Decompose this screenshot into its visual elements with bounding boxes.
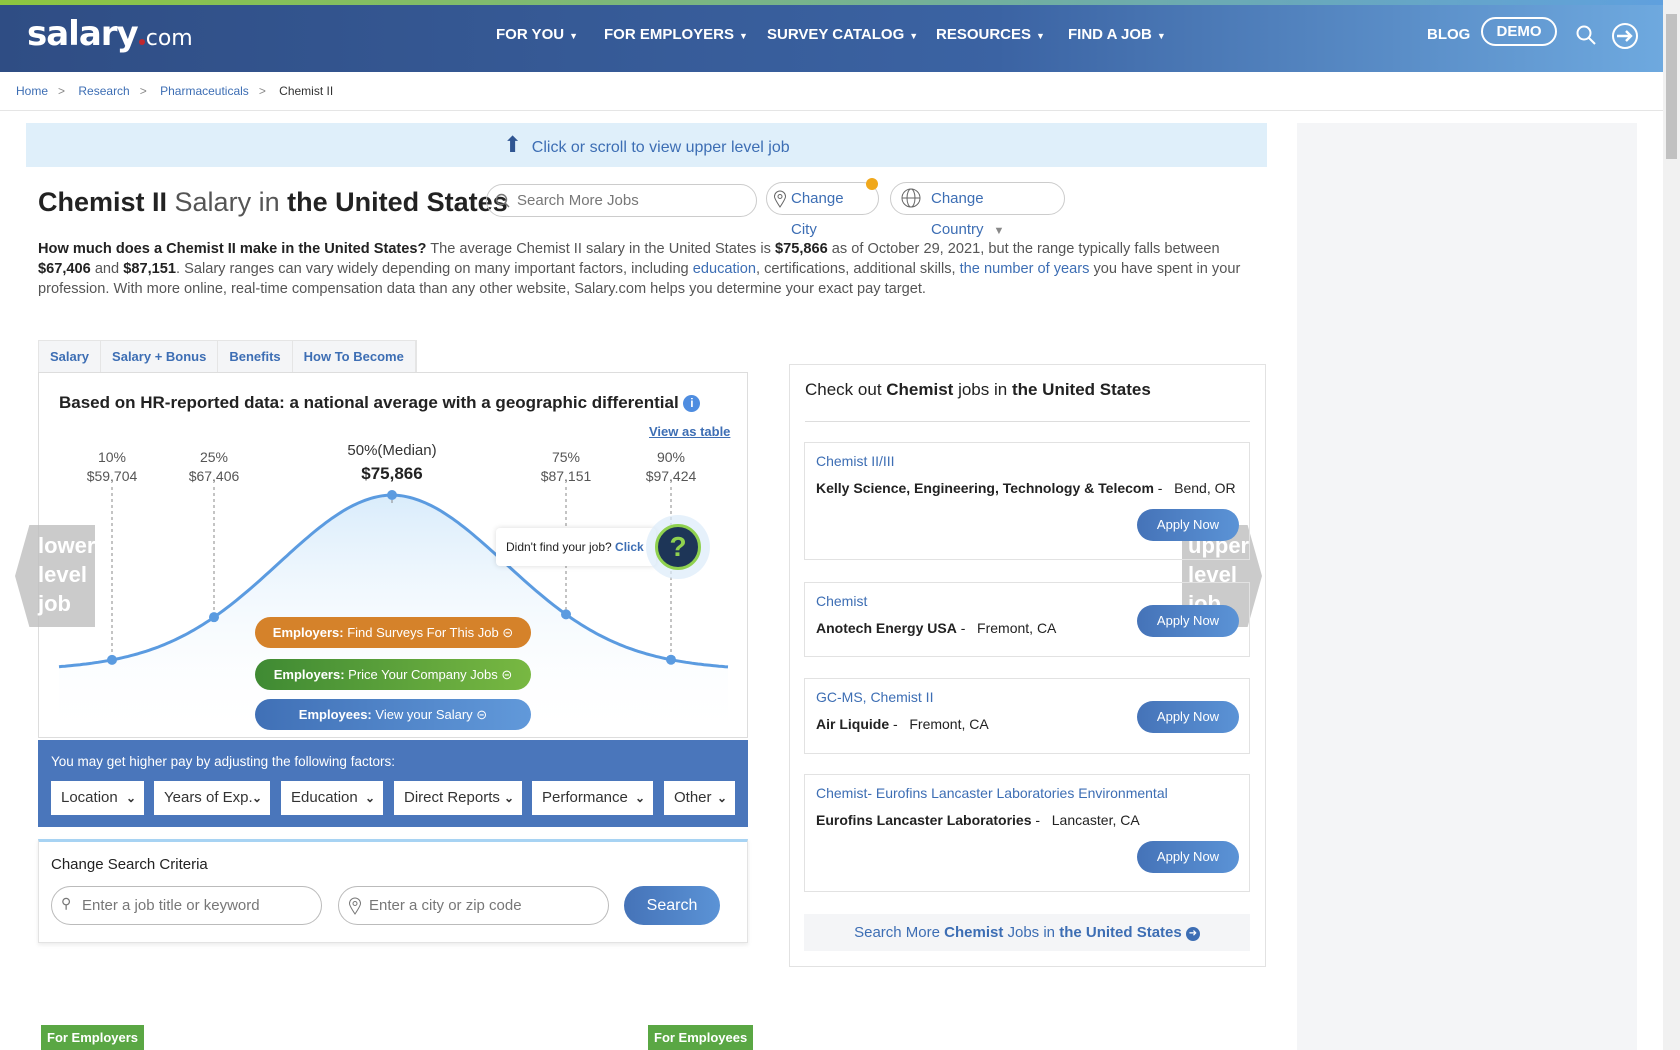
lower-level-job-button[interactable]: lower level job <box>15 525 95 627</box>
location-select[interactable]: Location ⌄ <box>51 781 144 815</box>
apply-now-button[interactable]: Apply Now <box>1137 509 1239 541</box>
search-more-jobs-link[interactable]: Search More Chemist Jobs in the United S… <box>804 914 1250 951</box>
percentile-label: 25% $67,406 <box>188 449 240 484</box>
pay-factors-label: You may get higher pay by adjusting the … <box>51 754 395 769</box>
performance-select[interactable]: Performance ⌄ <box>532 781 653 815</box>
years-of-exp-select[interactable]: Years of Exp. ⌄ <box>154 781 270 815</box>
apply-now-button[interactable]: Apply Now <box>1137 701 1239 733</box>
job-title-link[interactable]: Chemist II/III <box>816 453 895 469</box>
job-company: Anotech Energy USA - Fremont, CA <box>816 620 1057 636</box>
question-mark-icon[interactable]: ? <box>655 524 701 570</box>
percentile-point <box>666 654 676 665</box>
job-company: Eurofins Lancaster Laboratories - Lancas… <box>816 812 1140 828</box>
price-company-jobs-button[interactable]: Employers: Price Your Company Jobs ⊝ <box>255 659 531 690</box>
education-select[interactable]: Education ⌄ <box>281 781 383 815</box>
direct-reports-select[interactable]: Direct Reports ⌄ <box>394 781 522 815</box>
other-select[interactable]: Other ⌄ <box>664 781 735 815</box>
job-company: Kelly Science, Engineering, Technology &… <box>816 480 1236 496</box>
years-link[interactable]: the number of years <box>960 261 1090 277</box>
job-title-link[interactable]: GC-MS, Chemist II <box>816 689 933 705</box>
demo-button[interactable]: DEMO <box>1481 17 1557 46</box>
jobs-panel-heading: Check out Chemist jobs in the United Sta… <box>805 380 1151 399</box>
divider <box>805 421 1250 422</box>
percentile-point <box>209 612 219 623</box>
nav-find-a-job[interactable]: FIND A JOB ▼ <box>1068 26 1166 43</box>
job-card: Chemist Anotech Energy USA - Fremont, CA… <box>804 582 1250 657</box>
job-card: Chemist- Eurofins Lancaster Laboratories… <box>804 774 1250 892</box>
nav-label: RESOURCES <box>936 26 1032 43</box>
login-icon[interactable] <box>1611 22 1639 50</box>
for-employers-tag[interactable]: For Employers <box>41 1025 145 1050</box>
location-pin-icon <box>773 190 787 208</box>
globe-icon <box>901 188 921 208</box>
percentile-point <box>561 609 571 620</box>
percentile-label: 90% $97,424 <box>645 449 697 484</box>
percentile-point <box>387 490 397 500</box>
nav-label: SURVEY CATALOG <box>767 26 905 43</box>
nav-survey-catalog[interactable]: SURVEY CATALOG ▼ <box>767 26 918 43</box>
nav-blog[interactable]: BLOG <box>1427 26 1470 43</box>
percentile-label: 50%(Median) $75,866 <box>347 442 437 483</box>
job-title-input[interactable]: Enter a job title or keyword <box>51 886 322 925</box>
job-title-link[interactable]: Chemist- Eurofins Lancaster Laboratories… <box>816 785 1168 801</box>
job-card: Chemist II/III Kelly Science, Engineerin… <box>804 442 1250 560</box>
nav-label: FIND A JOB <box>1068 26 1152 43</box>
scrollbar-thumb[interactable] <box>1666 14 1677 159</box>
location-pin-icon <box>348 897 362 915</box>
view-your-salary-button[interactable]: Employees: View your Salary ⊝ <box>255 699 531 730</box>
search-icon: ⚲ <box>61 895 72 911</box>
percentile-label: 75% $87,151 <box>540 449 592 484</box>
apply-now-button[interactable]: Apply Now <box>1137 605 1239 637</box>
apply-now-button[interactable]: Apply Now <box>1137 841 1239 873</box>
arrow-right-icon: ➜ <box>1185 927 1200 941</box>
didnt-find-job-tooltip[interactable]: Didn't find your job? Click <box>496 528 656 566</box>
job-card: GC-MS, Chemist II Air Liquide - Fremont,… <box>804 678 1250 754</box>
search-criteria-title: Change Search Criteria <box>51 856 208 873</box>
job-company: Air Liquide - Fremont, CA <box>816 716 989 732</box>
for-employees-tag[interactable]: For Employees <box>648 1025 754 1050</box>
notification-dot <box>866 178 878 190</box>
percentile-point <box>107 654 117 665</box>
search-icon[interactable] <box>1575 24 1597 46</box>
ad-column <box>1297 123 1637 1050</box>
find-surveys-button[interactable]: Employers: Find Surveys For This Job ⊝ <box>255 617 531 648</box>
search-button[interactable]: Search <box>624 886 720 925</box>
job-title-link[interactable]: Chemist <box>816 593 867 609</box>
nav-resources[interactable]: RESOURCES ▼ <box>936 26 1045 43</box>
city-input[interactable]: Enter a city or zip code <box>338 886 609 925</box>
